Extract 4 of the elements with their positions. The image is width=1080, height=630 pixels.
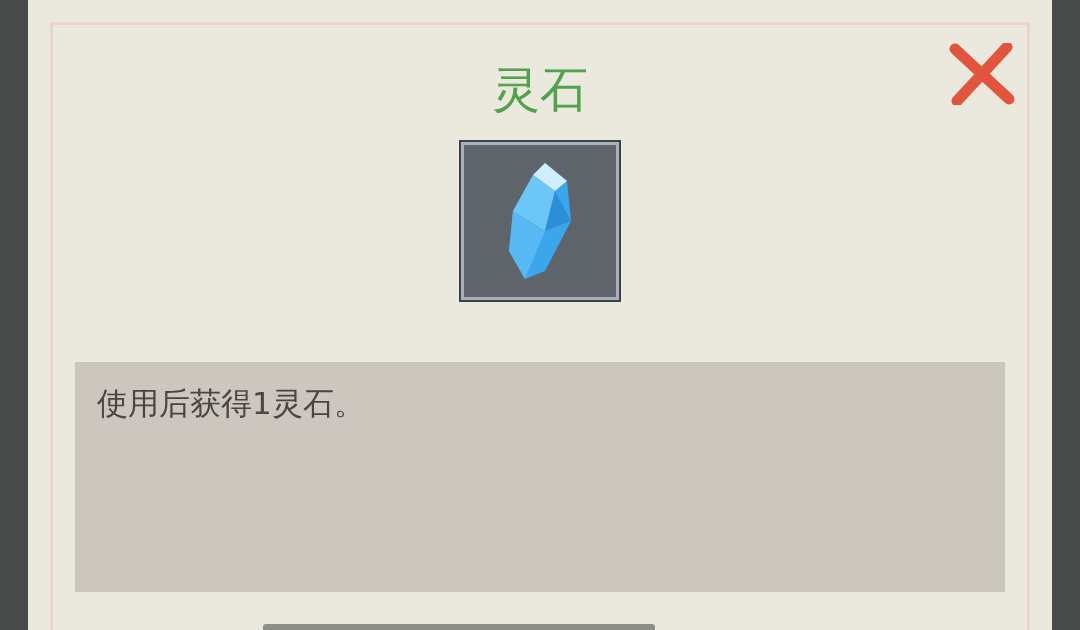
- description-text: 使用后获得1灵石。: [97, 385, 365, 421]
- close-button[interactable]: [947, 43, 1017, 105]
- dialog-title: 灵石: [492, 65, 588, 113]
- crystal-icon: [459, 140, 621, 302]
